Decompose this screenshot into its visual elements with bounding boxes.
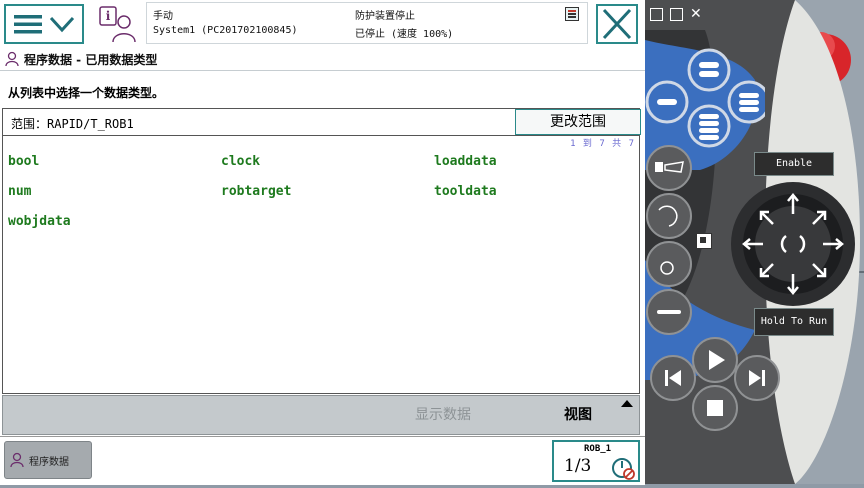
speed-icon bbox=[612, 458, 635, 480]
datatype-list: 1 到 7 共 7 bool clock loaddata num robtar… bbox=[2, 136, 640, 394]
system-text: System1 (PC201702100845) bbox=[153, 25, 298, 36]
datatype-item-loaddata[interactable]: loaddata bbox=[434, 154, 497, 169]
run-status-text: 已停止 (速度 100%) bbox=[355, 29, 454, 40]
status-panel[interactable]: 手动 防护装置停止 System1 (PC201702100845) 已停止 (… bbox=[146, 2, 588, 44]
taskbar-program-data-label: 程序数据 bbox=[29, 456, 69, 468]
close-window-icon[interactable]: ✕ bbox=[690, 6, 702, 22]
jog-indicator-icon bbox=[696, 233, 712, 249]
operator-info-icon[interactable]: i bbox=[96, 4, 140, 44]
pager-text: 1 到 7 共 7 bbox=[570, 139, 635, 149]
hold-to-run-label[interactable]: Hold To Run bbox=[754, 308, 834, 336]
close-button[interactable] bbox=[596, 4, 638, 44]
main-menu-button[interactable] bbox=[4, 4, 84, 44]
taskbar-program-data[interactable]: 程序数据 bbox=[4, 441, 92, 479]
robot-label: ROB_1 bbox=[584, 444, 612, 454]
datatype-item-tooldata[interactable]: tooldata bbox=[434, 184, 497, 199]
command-bar: 显示数据 视图 bbox=[2, 395, 640, 435]
datatype-item-clock[interactable]: clock bbox=[221, 154, 260, 169]
flexpendant-screen: i 手动 防护装置停止 System1 (PC201702100845) 已停止… bbox=[0, 0, 645, 485]
scope-label: 范围：RAPID/T_ROB1 bbox=[11, 117, 134, 131]
change-scope-button[interactable]: 更改范围 bbox=[515, 109, 641, 135]
view-arrow-icon bbox=[621, 400, 633, 407]
restore-icon[interactable] bbox=[650, 8, 663, 21]
close-icon bbox=[602, 8, 632, 40]
event-log-icon[interactable] bbox=[565, 7, 579, 21]
view-button[interactable]: 视图 bbox=[533, 404, 623, 424]
datatype-item-num[interactable]: num bbox=[8, 184, 31, 199]
joystick-arrows-icon[interactable] bbox=[733, 184, 853, 304]
window-title-bar: 程序数据 - 已用数据类型 bbox=[0, 48, 645, 71]
datatype-item-bool[interactable]: bool bbox=[8, 154, 39, 169]
show-data-button[interactable]: 显示数据 bbox=[383, 404, 503, 424]
taskbar: 程序数据 ROB_1 1/3 bbox=[0, 436, 645, 485]
window-title: 程序数据 - 已用数据类型 bbox=[24, 52, 158, 67]
quickset-panel[interactable]: ROB_1 1/3 bbox=[552, 440, 640, 482]
hamburger-icon bbox=[14, 15, 42, 34]
minimize-icon[interactable] bbox=[670, 8, 683, 21]
guard-status-text: 防护装置停止 bbox=[355, 11, 415, 22]
datatype-item-wobjdata[interactable]: wobjdata bbox=[8, 214, 71, 229]
chevron-down-icon bbox=[49, 16, 75, 33]
program-run-buttons bbox=[650, 337, 780, 431]
teach-pendant-device: ✕ Enable Hold To Run bbox=[645, 0, 864, 484]
top-status-bar: i 手动 防护装置停止 System1 (PC201702100845) 已停止… bbox=[0, 0, 645, 49]
enable-label[interactable]: Enable bbox=[754, 152, 834, 176]
task-fraction: 1/3 bbox=[564, 456, 592, 476]
window-controls: ✕ bbox=[650, 6, 710, 22]
program-data-icon bbox=[10, 452, 24, 468]
svg-text:i: i bbox=[106, 9, 111, 23]
instruction-text: 从列表中选择一个数据类型。 bbox=[8, 86, 165, 100]
program-data-icon bbox=[5, 51, 19, 67]
mode-text: 手动 bbox=[153, 11, 173, 22]
scope-row: 范围：RAPID/T_ROB1 更改范围 bbox=[2, 108, 641, 136]
datatype-item-robtarget[interactable]: robtarget bbox=[221, 184, 291, 199]
